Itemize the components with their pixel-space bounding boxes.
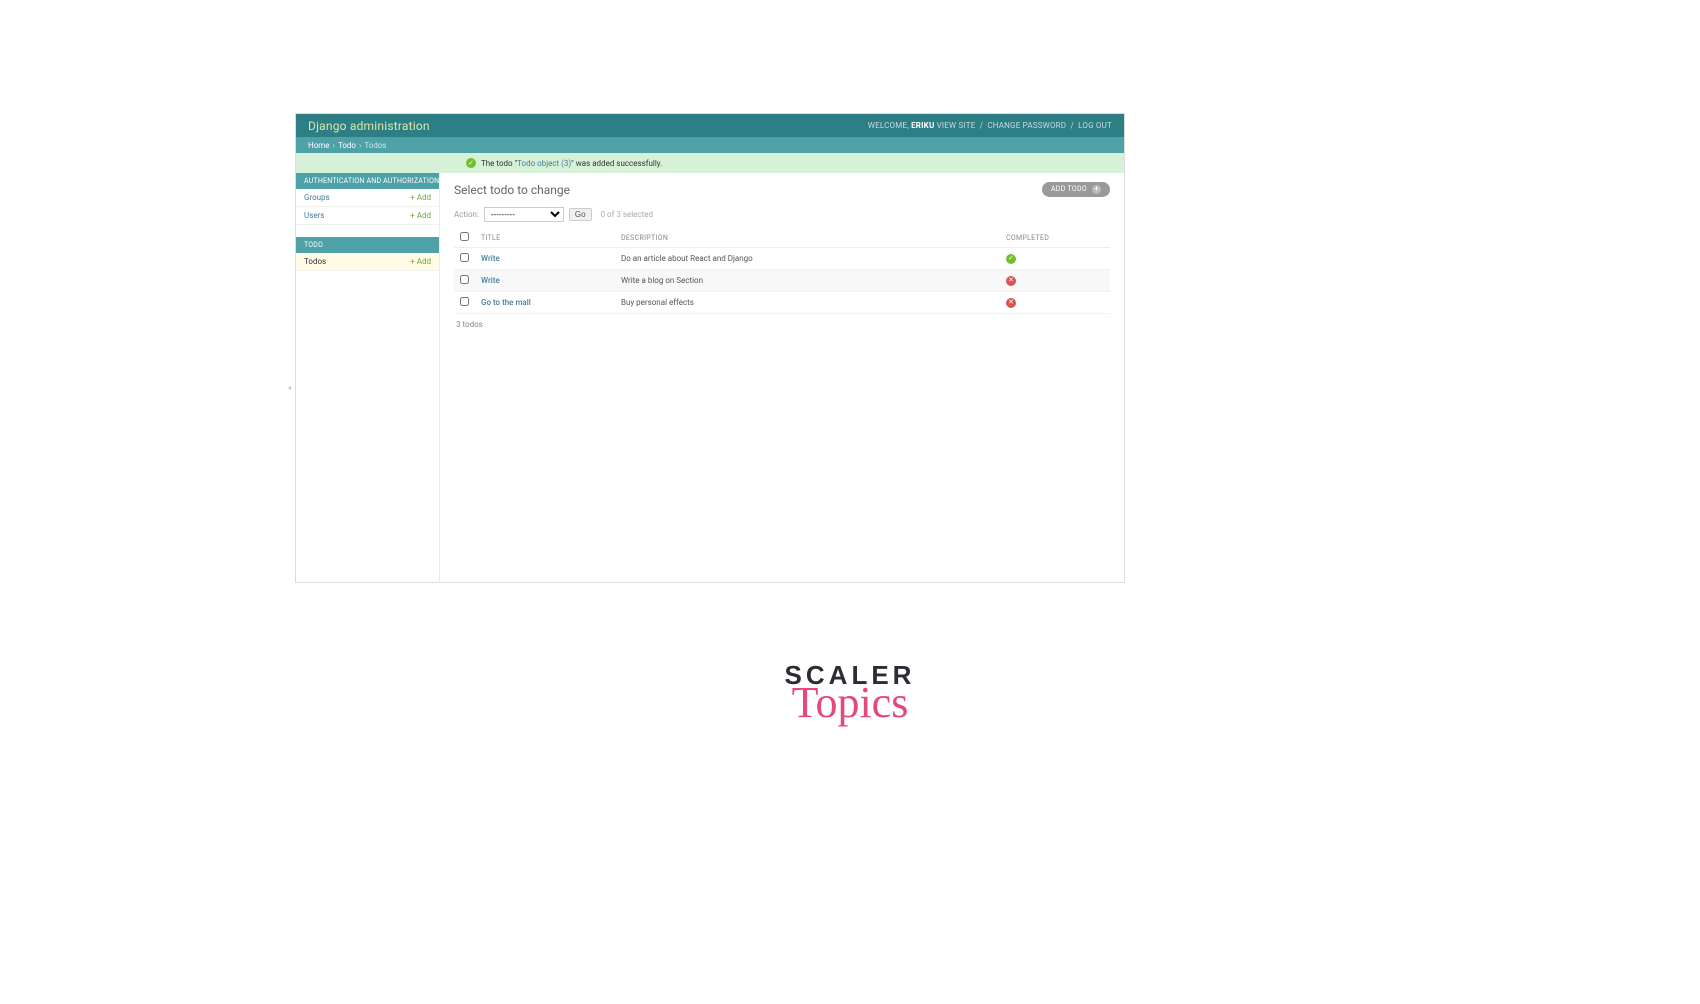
add-link[interactable]: + Add: [410, 193, 431, 202]
brand-title: Django administration: [308, 119, 430, 133]
actions-label: Action:: [454, 210, 479, 219]
row-description: Write a blog on Section: [615, 270, 1000, 292]
actions-bar: Action: --------- Go 0 of 3 selected: [454, 207, 1110, 222]
sidebar-item-todos[interactable]: Todos + Add: [296, 253, 439, 271]
breadcrumb-divider: ›: [333, 141, 335, 150]
selection-counter: 0 of 3 selected: [601, 210, 653, 219]
object-tools: ADD TODO +: [1042, 181, 1110, 197]
breadcrumb-divider: ›: [359, 141, 361, 150]
message-prefix: The todo ": [481, 159, 517, 168]
table-row: Write Do an article about React and Djang…: [454, 248, 1110, 270]
model-link[interactable]: Todos: [304, 257, 326, 266]
add-link[interactable]: + Add: [410, 211, 431, 220]
yes-icon: ✓: [1006, 254, 1016, 264]
separator: /: [1070, 121, 1074, 130]
model-link[interactable]: Groups: [304, 193, 330, 202]
row-checkbox[interactable]: [460, 297, 469, 306]
add-link[interactable]: + Add: [410, 257, 431, 266]
col-completed[interactable]: COMPLETED: [1000, 228, 1110, 248]
table-row: Go to the mall Buy personal effects ✕: [454, 292, 1110, 314]
col-title[interactable]: TITLE: [475, 228, 615, 248]
row-title-link[interactable]: Go to the mall: [481, 298, 531, 307]
sidebar-module: TODO Todos + Add: [296, 237, 439, 271]
sidebar: « AUTHENTICATION AND AUTHORIZATIONGroups…: [296, 173, 440, 582]
breadcrumb-current: Todos: [364, 141, 386, 150]
table-row: Write Write a blog on Section ✕: [454, 270, 1110, 292]
success-icon: ✓: [466, 158, 476, 168]
model-link[interactable]: Users: [304, 211, 324, 220]
breadcrumb-app[interactable]: Todo: [338, 141, 356, 150]
row-title-link[interactable]: Write: [481, 276, 500, 285]
scaler-topics-logo: SCALER Topics: [785, 660, 916, 725]
add-todo-button[interactable]: ADD TODO +: [1042, 182, 1110, 197]
row-checkbox[interactable]: [460, 253, 469, 262]
plus-icon: +: [1092, 185, 1101, 194]
logout-link[interactable]: LOG OUT: [1078, 121, 1112, 130]
sidebar-toggle-icon[interactable]: «: [288, 383, 292, 392]
row-checkbox[interactable]: [460, 275, 469, 284]
separator: /: [980, 121, 984, 130]
logo-line2: Topics: [785, 681, 916, 725]
success-message: ✓ The todo " Todo object (3) " was added…: [296, 153, 1124, 173]
module-caption: TODO: [296, 237, 439, 253]
actions-select[interactable]: ---------: [484, 207, 564, 222]
paginator: 3 todos: [454, 314, 1110, 335]
page-title: Select todo to change: [454, 183, 1110, 197]
no-icon: ✕: [1006, 276, 1016, 286]
header-bar: Django administration WELCOME, ERIKU VIE…: [296, 114, 1124, 137]
change-password-link[interactable]: CHANGE PASSWORD: [987, 121, 1066, 130]
main-content: ADD TODO + Select todo to change Action:…: [440, 173, 1124, 582]
django-admin-window: Django administration WELCOME, ERIKU VIE…: [295, 113, 1125, 583]
module-caption: AUTHENTICATION AND AUTHORIZATION: [296, 173, 439, 189]
row-description: Buy personal effects: [615, 292, 1000, 314]
no-icon: ✕: [1006, 298, 1016, 308]
select-all-checkbox[interactable]: [460, 232, 469, 241]
user-tools: WELCOME, ERIKU VIEW SITE / CHANGE PASSWO…: [868, 121, 1112, 130]
row-description: Do an article about React and Django: [615, 248, 1000, 270]
results-table: TITLE DESCRIPTION COMPLETED Write Do an a…: [454, 228, 1110, 314]
sidebar-item-users[interactable]: Users + Add: [296, 207, 439, 225]
sidebar-item-groups[interactable]: Groups + Add: [296, 189, 439, 207]
breadcrumb-home[interactable]: Home: [308, 141, 330, 150]
go-button[interactable]: Go: [569, 208, 592, 221]
welcome-label: WELCOME,: [868, 121, 909, 130]
sidebar-module: AUTHENTICATION AND AUTHORIZATION Groups + …: [296, 173, 439, 225]
row-title-link[interactable]: Write: [481, 254, 500, 263]
message-object-link[interactable]: Todo object (3): [517, 159, 571, 168]
add-button-label: ADD TODO: [1051, 185, 1087, 193]
col-description[interactable]: DESCRIPTION: [615, 228, 1000, 248]
message-suffix: " was added successfully.: [571, 159, 662, 168]
view-site-link[interactable]: VIEW SITE: [937, 121, 976, 130]
breadcrumb: Home › Todo › Todos: [296, 137, 1124, 153]
username: ERIKU: [911, 121, 934, 130]
